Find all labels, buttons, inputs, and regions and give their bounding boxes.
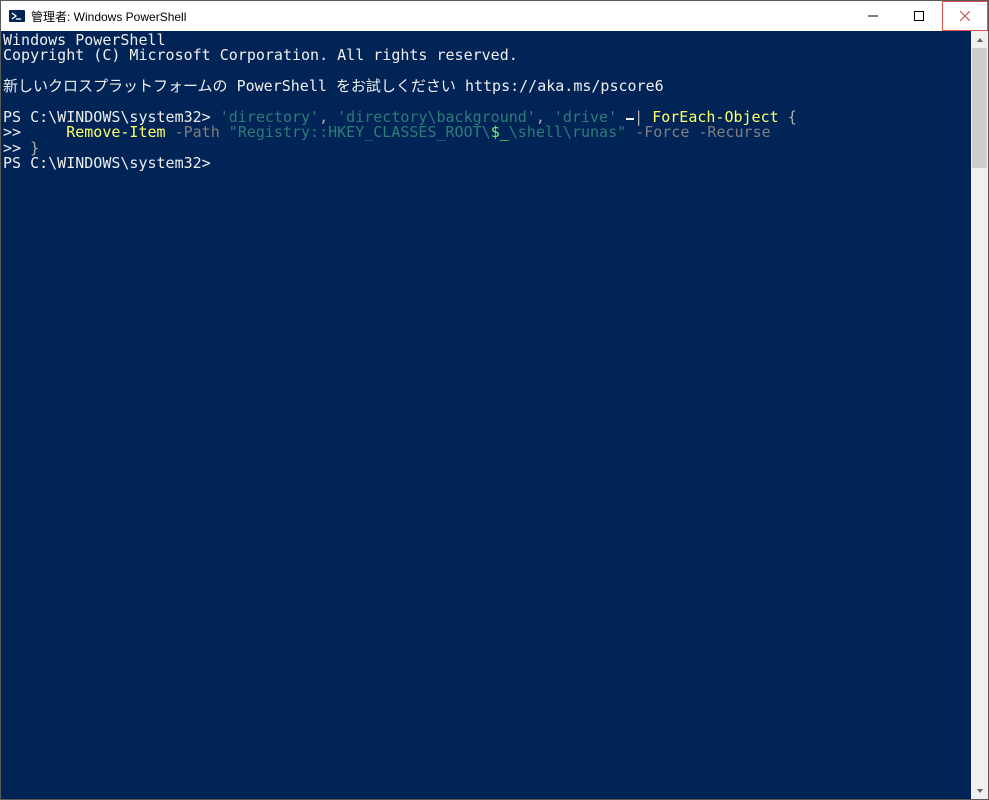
scroll-thumb[interactable] [972, 48, 987, 168]
brace-open: { [788, 108, 797, 126]
param-force: -Force [635, 123, 689, 141]
prompt-2: PS C:\WINDOWS\system32> [3, 154, 211, 172]
window-title: 管理者: Windows PowerShell [31, 8, 186, 25]
spc [626, 123, 635, 141]
reg-prefix: Registry::HKEY_CLASSES_ROOT\ [238, 123, 491, 141]
vertical-scrollbar[interactable] [971, 31, 988, 799]
maximize-button[interactable] [896, 1, 942, 31]
pscore-hint: 新しいクロスプラットフォームの PowerShell をお試しください http… [3, 77, 664, 95]
spa [166, 123, 175, 141]
indent [21, 123, 66, 141]
client-area: Windows PowerShell Copyright (C) Microso… [1, 31, 988, 799]
powershell-icon [9, 8, 25, 24]
banner-line-2: Copyright (C) Microsoft Corporation. All… [3, 46, 518, 64]
remove-item-cmdlet: Remove-Item [66, 123, 165, 141]
cursor-icon [626, 118, 634, 120]
param-recurse: -Recurse [698, 123, 770, 141]
reg-q2: " [617, 123, 626, 141]
reg-var: $_ [491, 123, 509, 141]
terminal-output[interactable]: Windows PowerShell Copyright (C) Microso… [1, 31, 971, 799]
reg-suffix: \shell\runas [509, 123, 617, 141]
powershell-window: 管理者: Windows PowerShell Windows PowerShe… [0, 0, 989, 800]
scroll-track[interactable] [971, 48, 988, 782]
sp3 [779, 108, 788, 126]
close-button[interactable] [942, 1, 988, 31]
minimize-button[interactable] [850, 1, 896, 31]
scroll-up-button[interactable] [971, 31, 988, 48]
reg-q1: " [229, 123, 238, 141]
param-path: -Path [175, 123, 220, 141]
titlebar[interactable]: 管理者: Windows PowerShell [1, 1, 988, 31]
spb [220, 123, 229, 141]
scroll-down-button[interactable] [971, 782, 988, 799]
